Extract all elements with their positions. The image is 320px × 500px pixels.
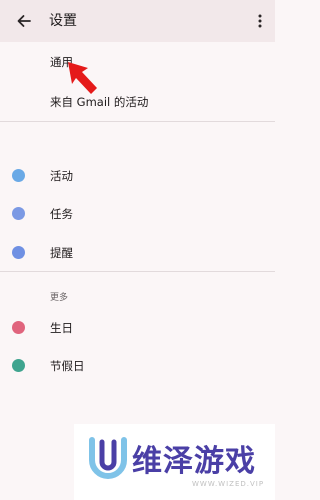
watermark-url: WWW.WIZED.VIP xyxy=(192,480,265,488)
divider xyxy=(0,271,275,272)
calendar-item-holidays[interactable]: 节假日 xyxy=(0,353,275,379)
calendar-item-label: 提醒 xyxy=(50,246,73,260)
annotation-arrow-icon xyxy=(68,62,97,94)
page-title: 设置 xyxy=(49,13,77,29)
section-header-more: 更多 xyxy=(50,293,69,303)
watermark: 维泽游戏 WWW.WIZED.VIP xyxy=(74,424,275,500)
watermark-text: 维泽游戏 xyxy=(132,444,256,479)
divider xyxy=(0,121,275,122)
color-dot xyxy=(12,207,25,220)
color-dot xyxy=(12,359,25,372)
calendar-item-label: 生日 xyxy=(50,321,73,335)
calendar-item-events[interactable]: 活动 xyxy=(0,163,275,189)
app-bar: 设置 xyxy=(0,0,275,42)
back-arrow-icon[interactable] xyxy=(14,11,34,31)
calendar-item-reminders[interactable]: 提醒 xyxy=(0,240,275,266)
color-dot xyxy=(12,169,25,182)
calendar-item-label: 节假日 xyxy=(50,359,85,373)
more-options-icon[interactable] xyxy=(255,11,265,31)
watermark-logo-icon xyxy=(89,437,127,479)
color-dot xyxy=(12,321,25,334)
calendar-item-label: 任务 xyxy=(50,207,73,221)
color-dot xyxy=(12,246,25,259)
calendar-item-label: 活动 xyxy=(50,169,73,183)
calendar-item-tasks[interactable]: 任务 xyxy=(0,201,275,227)
settings-item-general[interactable]: 通用 xyxy=(0,46,275,78)
settings-item-gmail-events[interactable]: 来自 Gmail 的活动 xyxy=(0,86,275,118)
calendar-item-birthdays[interactable]: 生日 xyxy=(0,315,275,341)
